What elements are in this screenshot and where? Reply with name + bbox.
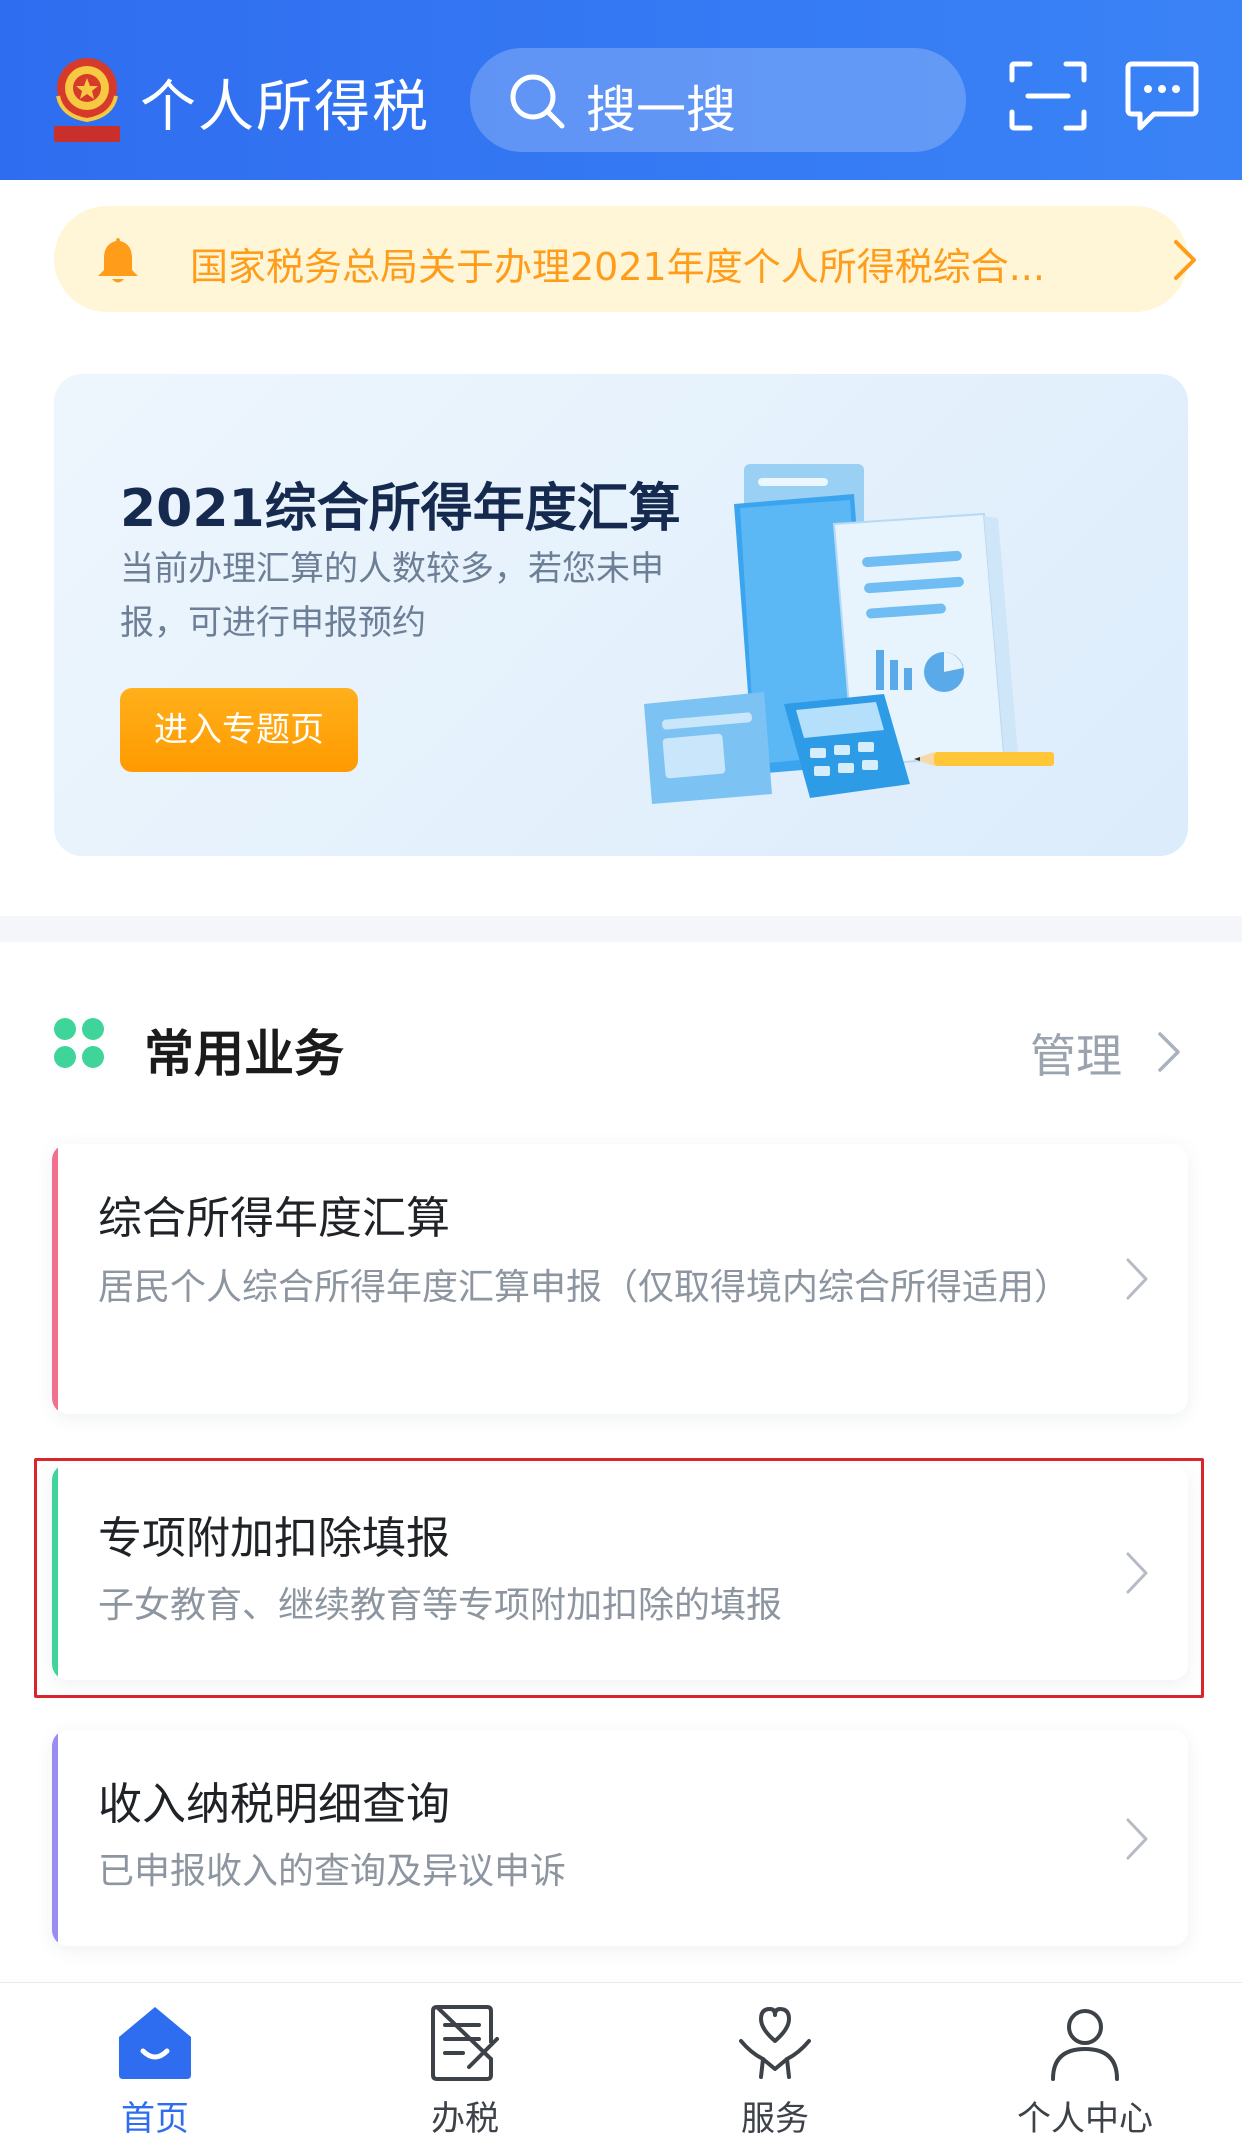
service-card-special-deduction[interactable]: 专项附加扣除填报 子女教育、继续教育等专项附加扣除的填报	[52, 1464, 1188, 1680]
scan-icon[interactable]	[1008, 60, 1088, 132]
banner-description: 当前办理汇算的人数较多，若您未申报，可进行申报预约	[120, 549, 664, 643]
top-header: 个人所得税 搜一搜	[0, 0, 1242, 180]
announcement-text: 国家税务总局关于办理2021年度个人所得税综合...	[190, 245, 1045, 289]
message-icon[interactable]	[1124, 60, 1200, 134]
tab-services[interactable]: 服务	[620, 1983, 930, 2149]
home-icon	[119, 2007, 191, 2079]
chevron-right-icon	[1174, 240, 1196, 280]
card-title: 综合所得年度汇算	[98, 1193, 450, 1244]
tab-personal-center[interactable]: 个人中心	[930, 1983, 1240, 2149]
tab-label: 个人中心	[1017, 2099, 1153, 2139]
tab-home[interactable]: 首页	[0, 1983, 310, 2149]
card-accent-bar	[52, 1144, 58, 1414]
common-services-title: 常用业务	[144, 1025, 344, 1083]
tab-tax-handling[interactable]: 办税	[310, 1983, 620, 2149]
tab-label: 服务	[741, 2099, 809, 2139]
heart-hand-icon	[739, 2007, 811, 2079]
app-screen: 个人所得税 搜一搜 国家税务总局关于办理2021年度个人所得税综合... 202…	[0, 0, 1242, 2149]
card-description: 已申报收入的查询及异议申诉	[98, 1851, 567, 1892]
service-card-income-query[interactable]: 收入纳税明细查询 已申报收入的查询及异议申诉	[52, 1730, 1188, 1946]
annual-settlement-banner[interactable]: 2021综合所得年度汇算 当前办理汇算的人数较多，若您未申报，可进行申报预约 进…	[54, 374, 1188, 856]
app-title: 个人所得税	[140, 75, 430, 140]
chevron-right-icon	[1126, 1552, 1148, 1594]
apps-grid-icon	[54, 1018, 104, 1068]
chevron-right-icon[interactable]	[1156, 1030, 1182, 1074]
tab-label: 办税	[431, 2099, 499, 2139]
card-description: 居民个人综合所得年度汇算申报（仅取得境内综合所得适用）	[98, 1267, 1071, 1308]
bell-icon	[98, 238, 138, 283]
card-accent-bar	[52, 1464, 58, 1680]
card-accent-bar	[52, 1730, 58, 1946]
chevron-right-icon	[1126, 1818, 1148, 1860]
announcement-banner[interactable]: 国家税务总局关于办理2021年度个人所得税综合...	[54, 206, 1196, 312]
manage-button[interactable]: 管理	[1030, 1020, 1122, 1086]
banner-title: 2021综合所得年度汇算	[120, 479, 681, 539]
card-title: 收入纳税明细查询	[98, 1779, 450, 1830]
section-divider	[0, 916, 1242, 942]
card-description: 子女教育、继续教育等专项附加扣除的填报	[98, 1585, 783, 1626]
document-edit-icon	[431, 2004, 499, 2081]
chevron-right-icon	[1126, 1258, 1148, 1300]
enter-topic-button[interactable]: 进入专题页	[120, 688, 358, 772]
search-icon	[510, 74, 565, 129]
tax-emblem-logo	[54, 58, 120, 142]
user-icon	[1051, 2009, 1119, 2081]
card-title: 专项附加扣除填报	[98, 1513, 450, 1564]
documents-calculator-illustration	[644, 464, 1054, 804]
service-card-annual-settlement[interactable]: 综合所得年度汇算 居民个人综合所得年度汇算申报（仅取得境内综合所得适用）	[52, 1144, 1188, 1414]
bottom-tab-bar: 首页 办税 服务 个人中心	[0, 1982, 1242, 2149]
tab-label: 首页	[121, 2099, 189, 2139]
search-placeholder: 搜一搜	[586, 81, 736, 139]
search-input[interactable]: 搜一搜	[470, 48, 966, 152]
